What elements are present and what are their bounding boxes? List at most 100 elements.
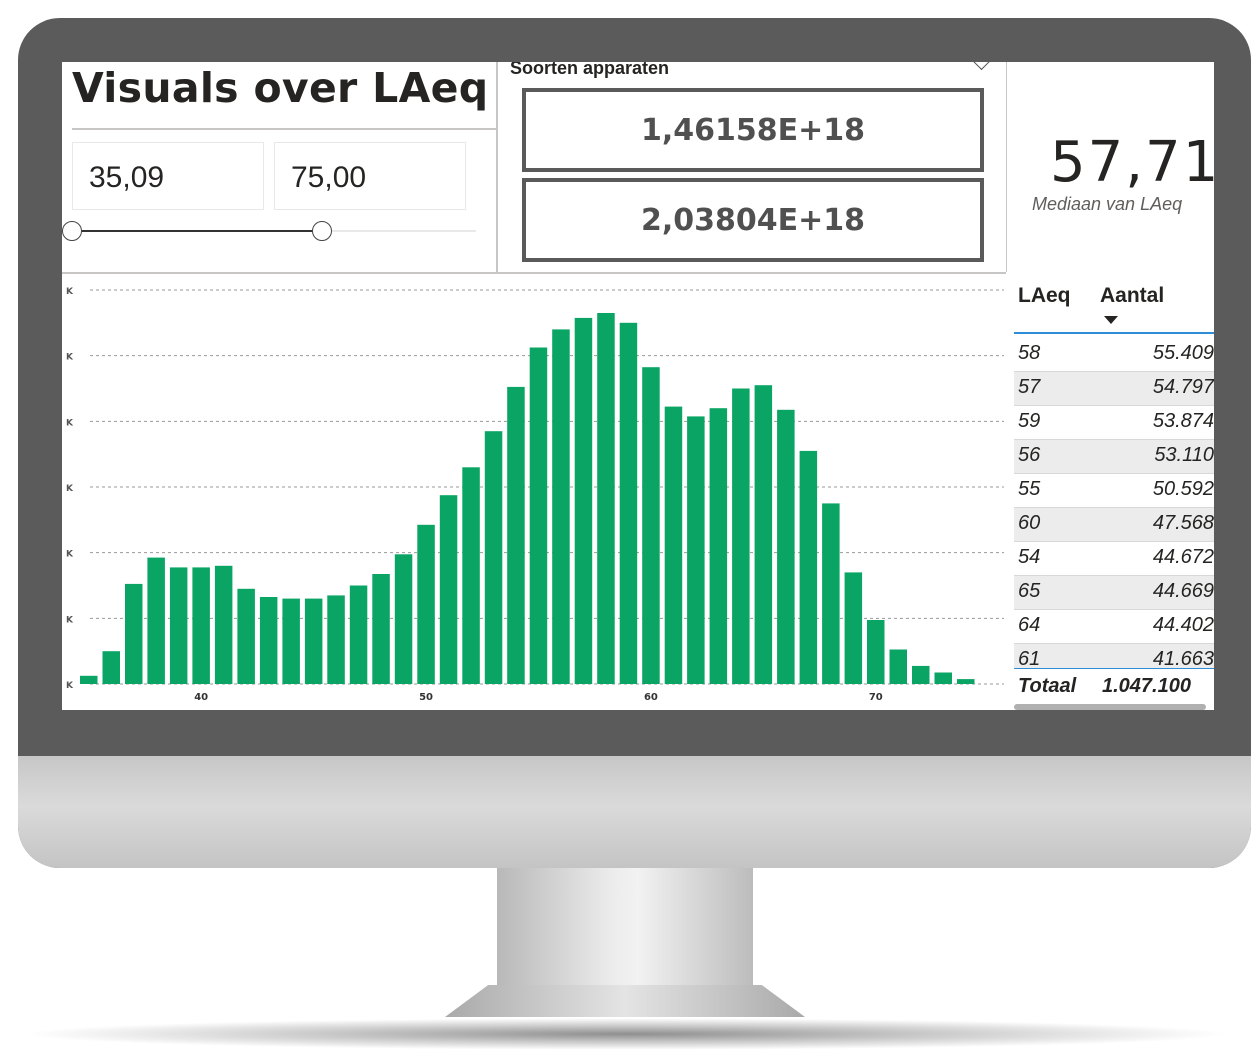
histogram-bar[interactable] [619,322,638,684]
histogram-bar[interactable] [102,651,121,684]
y-tick-label: K [66,484,74,494]
histogram-bar[interactable] [574,317,593,684]
histogram-bar[interactable] [237,588,255,684]
table-header-underline [1014,332,1214,334]
table-total-row: Totaal 1.047.100 [1014,668,1214,705]
histogram-bar[interactable] [754,385,773,684]
report-screen: Visuals over LAeq 35,09 75,00 Soorten ap… [62,62,1214,710]
histogram-bar[interactable] [867,620,885,684]
table-cell-aantal: 53.874 [1152,410,1214,432]
device-card-1[interactable]: 1,46158E+18 [522,88,984,172]
y-tick-label: K [66,550,74,560]
histogram-bar[interactable] [844,572,863,684]
laeq-table: LAeq Aantal 58 55.409 57 54.797 59 53.874 56 53… [1014,274,1214,710]
table-cell-aantal: 53.110 [1154,444,1214,466]
histogram-bar[interactable] [822,503,840,684]
table-row[interactable]: 59 53.874 [1014,406,1214,440]
range-max-value: 75,00 [291,161,367,194]
histogram-bar[interactable] [125,583,143,684]
monitor-shadow [20,1018,1231,1050]
histogram-bar[interactable] [304,598,323,684]
monitor-stand-base [445,985,805,1017]
histogram-bar[interactable] [709,408,728,684]
histogram-bar[interactable] [214,565,233,684]
table-header-aantal[interactable]: Aantal [1100,284,1164,308]
range-slider-min-handle[interactable] [62,221,82,241]
range-slider-fill [72,230,323,232]
device-slicer-label: Soorten apparaten [510,62,670,78]
table-row[interactable]: 58 55.409 [1014,338,1214,372]
histogram-bar[interactable] [732,388,750,685]
x-tick-label: 70 [869,692,883,703]
total-label: Totaal [1018,675,1077,697]
histogram-bar[interactable] [912,665,930,684]
histogram-bar[interactable] [192,567,210,684]
table-cell-laeq: 60 [1018,512,1041,534]
table-row[interactable]: 65 44.669 [1014,576,1214,610]
histogram-bar[interactable] [642,367,660,684]
x-tick-label: 40 [194,692,208,703]
table-row[interactable]: 64 44.402 [1014,610,1214,644]
table-cell-laeq: 59 [1018,410,1041,432]
histogram-bar[interactable] [282,598,300,684]
chevron-down-icon[interactable] [970,62,993,71]
histogram-bar[interactable] [799,450,818,684]
table-cell-aantal: 50.592 [1152,478,1214,500]
histogram-bar[interactable] [462,467,480,684]
table-cell-laeq: 56 [1018,444,1041,466]
slicer-divider [496,62,498,272]
histogram-bar[interactable] [529,347,548,685]
range-max-input[interactable]: 75,00 [274,142,466,210]
histogram-bar[interactable] [934,672,953,685]
laeq-histogram: K K K K K K K 40 50 60 70 [66,287,1004,703]
histogram-bar[interactable] [597,313,615,684]
table-cell-laeq: 57 [1018,376,1041,398]
kpi-divider [1006,62,1007,272]
histogram-bar[interactable] [417,524,435,684]
monitor-stand-neck [497,868,753,988]
table-row[interactable]: 57 54.797 [1014,372,1214,406]
kpi-label: Mediaan van LAeq [1032,194,1183,214]
table-row[interactable]: 60 47.568 [1014,508,1214,542]
report-title: Visuals over LAeq [72,64,489,112]
histogram-bar[interactable] [484,431,503,684]
range-slider-max-handle[interactable] [312,221,333,241]
histogram-bar[interactable] [439,495,458,684]
table-cell-laeq: 65 [1018,580,1041,602]
histogram-bar[interactable] [394,554,413,684]
histogram-bar[interactable] [664,406,683,684]
histogram-bar[interactable] [507,386,525,684]
kpi-value: 57,71 [1050,130,1214,195]
histogram-bar[interactable] [169,567,188,684]
histogram-bar[interactable] [147,557,165,684]
y-tick-label: K [66,353,74,363]
table-scrollbar[interactable] [1014,704,1206,710]
table-cell-aantal: 44.672 [1152,546,1214,568]
table-cell-laeq: 64 [1018,614,1041,636]
table-row[interactable]: 54 44.672 [1014,542,1214,576]
sort-desc-icon [1104,316,1118,324]
histogram-bar[interactable] [552,329,570,684]
y-tick-label: K [66,287,74,297]
table-row[interactable]: 56 53.110 [1014,440,1214,474]
total-value: 1.047.100 [1102,675,1191,697]
table-cell-laeq: 54 [1018,546,1041,568]
histogram-bar[interactable] [327,595,345,684]
histogram-bar[interactable] [777,409,795,684]
range-min-value: 35,09 [89,161,165,194]
histogram-bar[interactable] [687,416,705,684]
device-card-2[interactable]: 2,03804E+18 [522,178,984,262]
histogram-bar[interactable] [889,649,908,685]
table-cell-aantal: 55.409 [1152,342,1214,364]
table-header-laeq[interactable]: LAeq [1018,284,1071,308]
range-min-input[interactable]: 35,09 [72,142,264,210]
table-cell-aantal: 47.568 [1152,512,1214,534]
histogram-bar[interactable] [372,574,390,684]
table-row[interactable]: 55 50.592 [1014,474,1214,508]
histogram-bar[interactable] [259,597,278,684]
histogram-bar[interactable] [349,585,368,685]
table-cell-laeq: 58 [1018,342,1041,364]
histogram-bar[interactable] [957,679,975,684]
y-tick-label: K [66,418,74,428]
histogram-bar[interactable] [80,675,98,684]
